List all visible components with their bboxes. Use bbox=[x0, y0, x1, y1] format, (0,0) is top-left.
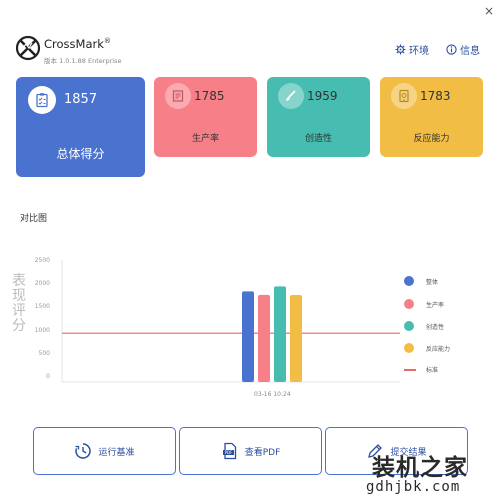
legend-swatch bbox=[404, 368, 416, 371]
info-button[interactable]: 信息 bbox=[446, 42, 480, 57]
responsiveness-value: 1783 bbox=[420, 89, 451, 103]
crossmark-logo bbox=[15, 35, 41, 61]
legend-swatch bbox=[404, 343, 414, 353]
x-tick-label: 03-16 10:24 bbox=[254, 391, 291, 398]
chart-bar bbox=[274, 286, 286, 382]
document-icon bbox=[165, 83, 191, 109]
chart-bar bbox=[258, 294, 270, 382]
info-label: 信息 bbox=[460, 46, 480, 57]
svg-text:PDF: PDF bbox=[224, 450, 232, 455]
view-pdf-button[interactable]: PDF 查看PDF bbox=[179, 427, 322, 475]
legend-label: 创造性 bbox=[426, 323, 445, 331]
environment-button[interactable]: 环境 bbox=[395, 42, 429, 57]
creativity-card: 1959 创造性 bbox=[267, 77, 370, 157]
legend-label: 标准 bbox=[426, 367, 439, 374]
pdf-file-icon: PDF bbox=[222, 442, 236, 460]
legend-label: 生产率 bbox=[426, 301, 445, 309]
run-benchmark-label: 运行基准 bbox=[98, 447, 135, 458]
chart-bar bbox=[290, 294, 302, 382]
chart-bar bbox=[242, 291, 254, 382]
legend-swatch bbox=[404, 321, 414, 331]
watermark-url: gdhjbk.com bbox=[366, 479, 461, 495]
overall-score-card: 1857 总体得分 bbox=[16, 77, 145, 177]
environment-label: 环境 bbox=[409, 46, 429, 57]
comparison-chart-title: 对比图 bbox=[20, 214, 48, 224]
run-benchmark-button[interactable]: 运行基准 bbox=[33, 427, 176, 475]
legend-swatch bbox=[404, 299, 414, 309]
responsiveness-label: 反应能力 bbox=[413, 134, 450, 144]
legend-item: 标准 bbox=[404, 365, 438, 374]
run-timer-icon bbox=[75, 443, 92, 459]
watermark-text: 装机之家 bbox=[372, 455, 468, 481]
window-close-button[interactable]: × bbox=[484, 4, 494, 18]
legend-item: 整体 bbox=[404, 276, 438, 286]
legend-label: 反应能力 bbox=[426, 345, 451, 353]
tablet-icon bbox=[391, 83, 417, 109]
info-icon bbox=[446, 44, 457, 55]
app-name: CrossMark® bbox=[44, 37, 111, 51]
productivity-value: 1785 bbox=[194, 89, 225, 103]
creativity-value: 1959 bbox=[307, 89, 338, 103]
gear-icon bbox=[395, 44, 406, 55]
brush-icon bbox=[278, 83, 304, 109]
app-version: 版本 1.0.1.88 Enterprise bbox=[44, 57, 122, 65]
legend-item: 生产率 bbox=[404, 299, 444, 309]
creativity-label: 创造性 bbox=[304, 134, 332, 144]
legend-item: 反应能力 bbox=[404, 343, 450, 353]
overall-score-label: 总体得分 bbox=[56, 147, 105, 161]
legend-label: 整体 bbox=[426, 278, 439, 286]
legend-swatch bbox=[404, 276, 414, 286]
view-pdf-label: 查看PDF bbox=[244, 447, 281, 458]
overall-score-value: 1857 bbox=[64, 92, 98, 107]
legend-item: 创造性 bbox=[404, 321, 444, 331]
clipboard-checklist-icon bbox=[28, 86, 56, 114]
productivity-card: 1785 生产率 bbox=[154, 77, 257, 157]
productivity-label: 生产率 bbox=[191, 134, 219, 144]
responsiveness-card: 1783 反应能力 bbox=[380, 77, 483, 157]
